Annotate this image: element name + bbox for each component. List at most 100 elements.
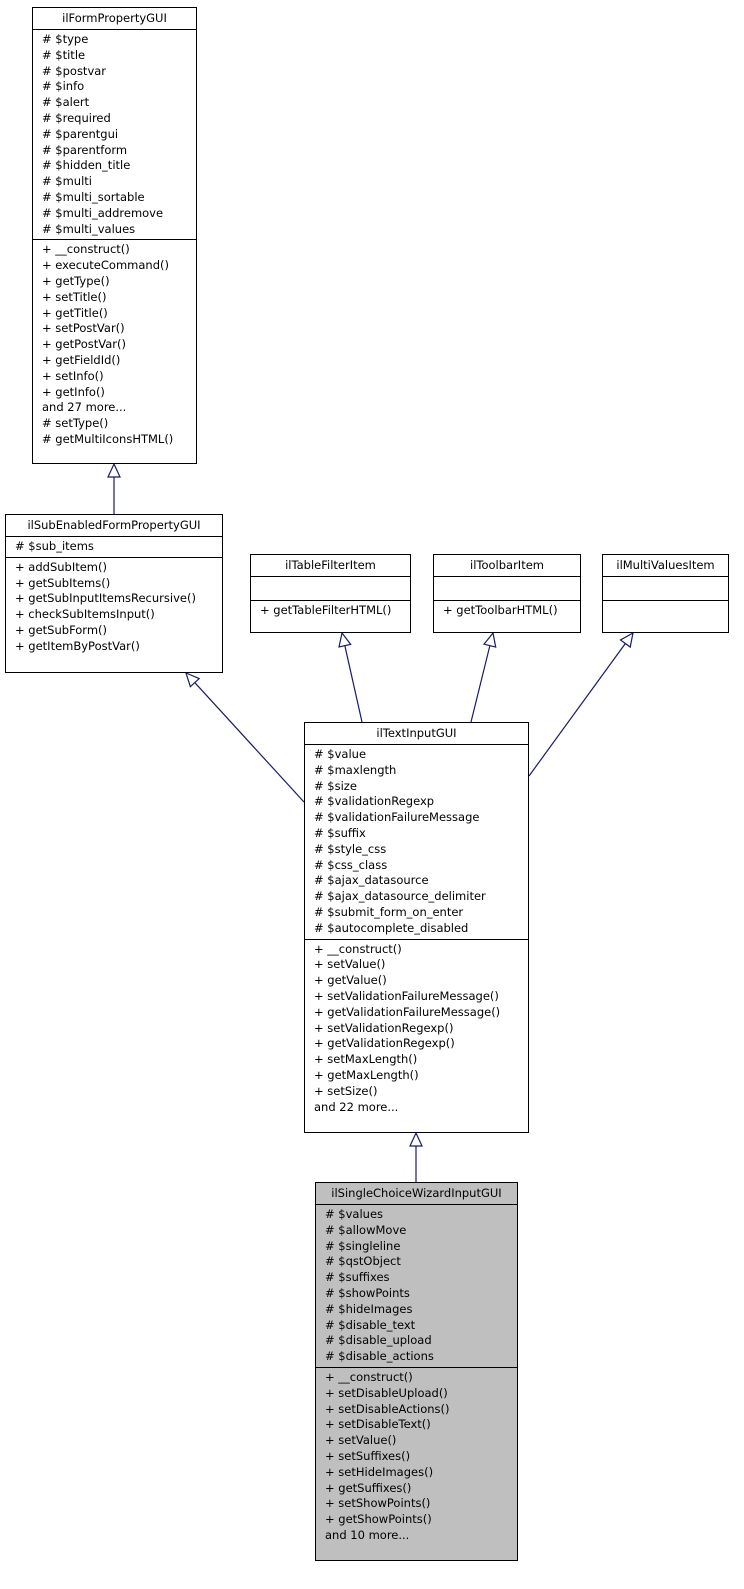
attribute-item: # $maxlength xyxy=(314,762,397,777)
inheritance-edge xyxy=(344,645,363,723)
inheritance-arrowhead-icon xyxy=(483,631,497,648)
methods-section xyxy=(603,601,728,624)
method-item: + setValidationRegexp() xyxy=(314,1020,454,1035)
attribute-item: # $multi_sortable xyxy=(42,189,145,204)
methods-section: + __construct() + setDisableUpload() + set… xyxy=(316,1368,517,1546)
method-item: + getValue() xyxy=(314,973,387,988)
inheritance-arrowhead-icon xyxy=(107,462,121,478)
attributes-section xyxy=(251,577,410,601)
method-item: + setValue() xyxy=(325,1433,397,1448)
inheritance-arrowhead-icon xyxy=(619,631,634,649)
method-item: + addSubItem() xyxy=(15,559,107,574)
attribute-item: # $hidden_title xyxy=(42,158,131,173)
attribute-item: # $disable_actions xyxy=(325,1349,434,1364)
method-item: + setValue() xyxy=(314,957,386,972)
method-item: + getType() xyxy=(42,273,110,288)
attribute-item: # $qstObject xyxy=(325,1254,401,1269)
attributes-section: # $values # $allowMove # $singleline # $qst… xyxy=(316,1205,517,1368)
method-item: + setShowPoints() xyxy=(325,1496,431,1511)
attribute-item: # $submit_form_on_enter xyxy=(314,904,464,919)
method-item: + setPostVar() xyxy=(42,321,125,336)
class-name: ilSingleChoiceWizardInputGUI xyxy=(316,1183,517,1205)
attribute-item: # $ajax_datasource_delimiter xyxy=(314,889,486,904)
attribute-item: # $autocomplete_disabled xyxy=(314,920,469,935)
method-item: + setDisableUpload() xyxy=(325,1385,448,1400)
attribute-item: # $sub_items xyxy=(15,539,94,553)
attribute-item: # $parentform xyxy=(42,142,128,157)
class-name: ilTableFilterItem xyxy=(251,555,410,577)
attribute-item: # $size xyxy=(314,778,357,793)
attribute-item: # $required xyxy=(42,110,111,125)
attribute-item: # $suffixes xyxy=(325,1270,390,1285)
class-box-il-single-choice-wizard-input-gui[interactable]: ilSingleChoiceWizardInputGUI # $values # $… xyxy=(315,1182,518,1561)
inheritance-edge xyxy=(470,645,491,723)
method-item: + getFieldId() xyxy=(42,352,121,367)
method-item: + getTableFilterHTML() xyxy=(260,603,392,617)
method-item: + setMaxLength() xyxy=(314,1052,418,1067)
attributes-section xyxy=(603,577,728,601)
method-item: + getInfo() xyxy=(42,384,105,399)
method-item: and 10 more... xyxy=(325,1527,410,1542)
attributes-section: # $type # $title # $postvar # $info # $alert… xyxy=(33,30,196,241)
class-box-il-form-property-gui[interactable]: ilFormPropertyGUI # $type # $title # $postv… xyxy=(32,7,197,464)
method-item: + getValidationRegexp() xyxy=(314,1036,455,1051)
class-name: ilTextInputGUI xyxy=(305,723,528,745)
inheritance-arrowhead-icon xyxy=(338,631,352,648)
attribute-item: # $showPoints xyxy=(325,1285,410,1300)
attribute-item: # $info xyxy=(42,79,85,94)
method-item: + checkSubItemsInput() xyxy=(15,607,155,622)
method-item: + getItemByPostVar() xyxy=(15,638,140,653)
method-item: + setSuffixes() xyxy=(325,1448,411,1463)
method-item: # getMultiIconsHTML() xyxy=(42,431,174,446)
method-item: + getSubForm() xyxy=(15,622,108,637)
attribute-item: # $type xyxy=(42,32,89,46)
attributes-section: # $value # $maxlength # $size # $validation… xyxy=(305,745,528,940)
method-item: + getPostVar() xyxy=(42,337,126,352)
method-item: + setDisableText() xyxy=(325,1417,431,1432)
attribute-item: # $multi xyxy=(42,174,92,189)
class-name: ilToolbarItem xyxy=(434,555,580,577)
attribute-item: # $singleline xyxy=(325,1238,401,1253)
attribute-item: # $multi_addremove xyxy=(42,205,164,220)
method-item: # setType() xyxy=(42,416,109,431)
attribute-item: # $parentgui xyxy=(42,126,119,141)
method-item: + __construct() xyxy=(325,1369,413,1384)
method-item: + getSuffixes() xyxy=(325,1480,412,1495)
method-item: + __construct() xyxy=(314,941,402,956)
class-box-il-text-input-gui[interactable]: ilTextInputGUI # $value # $maxlength # $siz… xyxy=(304,722,529,1133)
attributes-section xyxy=(434,577,580,601)
methods-section: + addSubItem() + getSubItems() + getSubInp… xyxy=(6,558,222,657)
method-item: + setValidationFailureMessage() xyxy=(314,988,499,1003)
attribute-item: # $validationRegexp xyxy=(314,794,435,809)
method-item: + setInfo() xyxy=(42,368,104,383)
class-box-il-sub-enabled-form-property-gui[interactable]: ilSubEnabledFormPropertyGUI # $sub_items +… xyxy=(5,514,223,673)
attribute-item: # $title xyxy=(42,47,86,62)
methods-section: + getToolbarHTML() xyxy=(434,601,580,621)
method-item: + getSubItems() xyxy=(15,575,111,590)
attribute-item: # $css_class xyxy=(314,857,388,872)
method-item: + getValidationFailureMessage() xyxy=(314,1004,501,1019)
method-item: + executeCommand() xyxy=(42,258,169,273)
attribute-item: # $values xyxy=(325,1207,384,1221)
class-box-il-multi-values-item[interactable]: ilMultiValuesItem xyxy=(602,554,729,633)
method-item: + getTitle() xyxy=(42,305,108,320)
inheritance-edge xyxy=(194,682,305,803)
class-name: ilSubEnabledFormPropertyGUI xyxy=(6,515,222,537)
attribute-item: # $multi_values xyxy=(42,221,136,236)
methods-section: + getTableFilterHTML() xyxy=(251,601,410,621)
class-box-il-table-filter-item[interactable]: ilTableFilterItem + getTableFilterHTML() xyxy=(250,554,411,633)
attribute-item: # $allowMove xyxy=(325,1222,407,1237)
attribute-item: # $disable_upload xyxy=(325,1333,432,1348)
attribute-item: # $suffix xyxy=(314,825,366,840)
attribute-item: # $validationFailureMessage xyxy=(314,810,480,825)
attribute-item: # $alert xyxy=(42,95,90,110)
method-item: + __construct() xyxy=(42,242,130,257)
method-item: + setHideImages() xyxy=(325,1464,434,1479)
inheritance-arrowhead-icon xyxy=(409,1131,423,1147)
attribute-item: # $ajax_datasource xyxy=(314,873,429,888)
methods-section: + __construct() + setValue() + getValue() +… xyxy=(305,940,528,1118)
class-name: ilFormPropertyGUI xyxy=(33,8,196,30)
class-box-il-toolbar-item[interactable]: ilToolbarItem + getToolbarHTML() xyxy=(433,554,581,633)
method-item: + setTitle() xyxy=(42,289,107,304)
attribute-item: # $style_css xyxy=(314,841,387,856)
